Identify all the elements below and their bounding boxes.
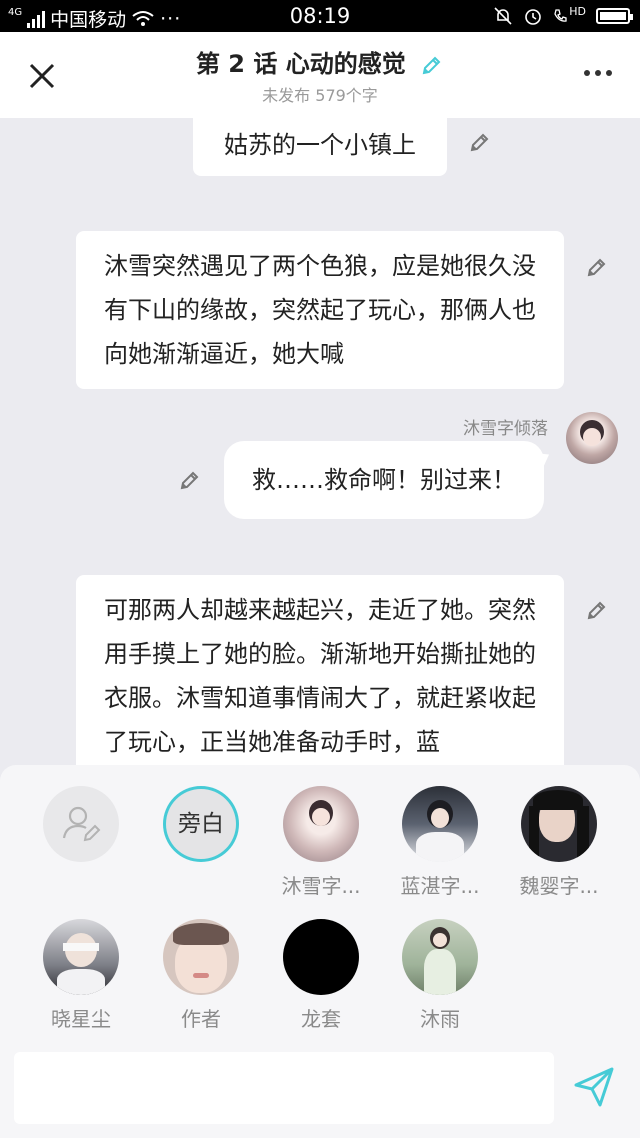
narration-text: 可那两人却越来越起兴，走近了她。突然用手摸上了她的脸。渐渐地开始撕扯她的衣服。沐… <box>104 596 536 756</box>
character-avatar <box>402 919 478 995</box>
more-options-button[interactable] <box>584 70 612 76</box>
mute-bell-icon <box>494 7 512 25</box>
character-lanzhan[interactable]: 蓝湛字... <box>390 786 490 899</box>
character-label: 魏婴字... <box>519 874 599 898</box>
narration-bubble[interactable]: 姑苏的一个小镇上 <box>193 118 447 176</box>
edit-message-icon[interactable] <box>585 255 609 279</box>
status-bar: 4G 中国移动 ··· 08:19 HD <box>0 0 640 32</box>
character-narrator[interactable]: 旁白 <box>151 786 251 867</box>
character-label: 作者 <box>181 1007 221 1031</box>
edit-message-icon[interactable] <box>585 598 609 622</box>
character-label: 蓝湛字... <box>400 874 480 898</box>
status-right: HD <box>493 4 633 26</box>
character-label: 晓星尘 <box>51 1007 111 1031</box>
character-avatar <box>283 786 359 862</box>
send-icon[interactable] <box>572 1065 616 1109</box>
character-label: 沐雨 <box>420 1007 460 1031</box>
narration-bubble[interactable]: 可那两人却越来越起兴，走近了她。突然用手摸上了她的脸。渐渐地开始撕扯她的衣服。沐… <box>76 575 564 765</box>
character-muyu[interactable]: 沐雨 <box>390 919 490 1032</box>
header: 第 2 话 心动的感觉 未发布 579个字 <box>0 32 640 118</box>
alarm-icon <box>525 9 542 25</box>
character-avatar <box>283 919 359 995</box>
edit-message-icon[interactable] <box>178 468 202 492</box>
narration-text: 姑苏的一个小镇上 <box>224 131 416 159</box>
narration-bubble[interactable]: 沐雪突然遇见了两个色狼，应是她很久没有下山的缘故，突然起了玩心，那俩人也向她渐渐… <box>76 231 564 389</box>
add-character-button[interactable] <box>31 786 131 870</box>
narrator-avatar: 旁白 <box>166 789 236 859</box>
narration-text: 沐雪突然遇见了两个色狼，应是她很久没有下山的缘故，突然起了玩心，那俩人也向她渐渐… <box>104 252 536 368</box>
chapter-subtitle: 未发布 579个字 <box>262 86 378 105</box>
dialogue-text: 救……救命啊！别过来！ <box>252 466 516 494</box>
speaker-name: 沐雪字倾落 <box>463 419 548 439</box>
edit-message-icon[interactable] <box>468 130 492 154</box>
character-author[interactable]: 作者 <box>151 919 251 1032</box>
character-label: 沐雪字... <box>281 874 361 898</box>
dialogue-bubble[interactable]: 救……救命啊！别过来！ <box>224 441 544 519</box>
character-muxue[interactable]: 沐雪字... <box>271 786 371 899</box>
character-xiaoxingchen[interactable]: 晓星尘 <box>31 919 131 1032</box>
character-avatar <box>43 919 119 995</box>
character-weiying[interactable]: 魏婴字... <box>509 786 609 899</box>
add-character-avatar <box>43 786 119 862</box>
character-avatar <box>402 786 478 862</box>
edit-title-icon[interactable] <box>420 53 444 77</box>
character-label: 龙套 <box>301 1007 341 1031</box>
speaker-avatar[interactable] <box>566 412 618 464</box>
narrator-avatar-text: 旁白 <box>178 811 224 837</box>
character-panel: 旁白 沐雪字... 蓝湛字... 魏婴字... 晓星尘 作者 龙套 沐雨 <box>0 765 640 1138</box>
chapter-title-text: 第 2 话 心动的感觉 <box>195 50 406 78</box>
hd-label: HD <box>569 4 586 18</box>
character-avatar <box>521 786 597 862</box>
hd-call-icon: HD <box>553 4 586 24</box>
chapter-title[interactable]: 第 2 话 心动的感觉 <box>0 44 640 79</box>
battery-icon <box>596 8 633 24</box>
chat-area[interactable]: 姑苏的一个小镇上 沐雪突然遇见了两个色狼，应是她很久没有下山的缘故，突然起了玩心… <box>0 118 640 765</box>
character-longtao[interactable]: 龙套 <box>271 919 371 1032</box>
character-avatar <box>163 919 239 995</box>
message-input[interactable] <box>14 1052 554 1124</box>
add-character-icon <box>62 806 101 842</box>
